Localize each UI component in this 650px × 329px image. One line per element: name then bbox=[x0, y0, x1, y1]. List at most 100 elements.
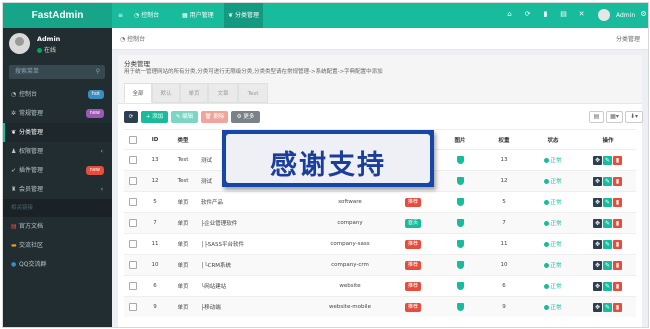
column-header-image: 图片 bbox=[438, 129, 482, 150]
table-row[interactable]: 6 单页 └网站建站 website 推荐 6 正常 ✥ ✎ ▮ bbox=[124, 275, 636, 297]
edit-row-icon[interactable]: ✎ bbox=[603, 281, 612, 291]
image-placeholder-icon[interactable] bbox=[456, 198, 464, 206]
drag-sort-icon[interactable]: ✥ bbox=[593, 302, 602, 312]
sidebar-item-member[interactable]: ♜ 会员管理 ‹ bbox=[3, 180, 112, 199]
sidebar-link-docs[interactable]: ▤ 官方文档 bbox=[3, 217, 112, 236]
more-button[interactable]: ⚙ 更多 bbox=[231, 111, 260, 123]
toggle-view-button[interactable]: ▤ bbox=[589, 111, 604, 123]
row-checkbox[interactable] bbox=[124, 233, 142, 255]
table-row[interactable]: 5 单页 软件产品 software 推荐 5 正常 ✥ ✎ ▮ bbox=[124, 191, 636, 213]
image-placeholder-icon[interactable] bbox=[456, 219, 464, 227]
status-label: 正常 bbox=[550, 221, 562, 227]
delete-row-icon[interactable]: ▮ bbox=[613, 239, 622, 249]
tab-test[interactable]: Test bbox=[238, 83, 268, 103]
sidebar-link-qq[interactable]: ● QQ交流群 bbox=[3, 255, 112, 274]
app-logo[interactable]: FastAdmin bbox=[3, 3, 112, 28]
fullscreen-icon[interactable]: ✕ bbox=[578, 11, 585, 18]
image-placeholder-icon[interactable] bbox=[456, 177, 464, 185]
edit-row-icon[interactable]: ✎ bbox=[603, 302, 612, 312]
cell-type: 单页 bbox=[168, 296, 198, 317]
edit-row-icon[interactable]: ✎ bbox=[603, 218, 612, 228]
settings-icon[interactable]: ⚙ bbox=[640, 11, 647, 18]
sidebar-link-forum[interactable]: ▬ 交流社区 bbox=[3, 236, 112, 255]
user-avatar[interactable] bbox=[598, 9, 610, 21]
cell-image bbox=[438, 275, 482, 297]
edit-row-icon[interactable]: ✎ bbox=[603, 176, 612, 186]
row-checkbox[interactable] bbox=[124, 212, 142, 234]
sidebar-item-general[interactable]: ✲ 常规管理 new bbox=[3, 104, 112, 123]
select-all-checkbox[interactable] bbox=[124, 129, 142, 150]
tab-default[interactable]: 默认 bbox=[152, 83, 180, 103]
drag-sort-icon[interactable]: ✥ bbox=[593, 197, 602, 207]
row-checkbox[interactable] bbox=[124, 296, 142, 317]
delete-row-icon[interactable]: ▮ bbox=[613, 302, 622, 312]
cell-operate: ✥ ✎ ▮ bbox=[580, 212, 636, 234]
topnav-category[interactable]: ❦ 分类管理 bbox=[224, 3, 263, 28]
row-checkbox[interactable] bbox=[124, 254, 142, 276]
column-header-id[interactable]: ID bbox=[142, 129, 168, 150]
drag-sort-icon[interactable]: ✥ bbox=[593, 239, 602, 249]
drag-sort-icon[interactable]: ✥ bbox=[593, 176, 602, 186]
cell-name: 软件产品 bbox=[198, 191, 312, 213]
table-row[interactable]: 7 单页 ├企业管理软件 company 首页 7 正常 ✥ ✎ ▮ bbox=[124, 212, 636, 234]
table-row[interactable]: 10 单页 │└CRM系统 company-crm 推荐 10 正常 ✥ ✎ ▮ bbox=[124, 254, 636, 276]
delete-row-icon[interactable]: ▮ bbox=[613, 260, 622, 270]
cell-flag: 推荐 bbox=[388, 254, 438, 276]
image-placeholder-icon[interactable] bbox=[456, 282, 464, 290]
column-header-type[interactable]: 类型 bbox=[168, 129, 198, 150]
image-placeholder-icon[interactable] bbox=[456, 261, 464, 269]
row-checkbox[interactable] bbox=[124, 149, 142, 171]
cell-flag: 推荐 bbox=[388, 191, 438, 213]
edit-row-icon[interactable]: ✎ bbox=[603, 197, 612, 207]
delete-row-icon[interactable]: ▮ bbox=[613, 218, 622, 228]
image-placeholder-icon[interactable] bbox=[456, 240, 464, 248]
sidebar-item-addon[interactable]: ➶ 插件管理 new bbox=[3, 161, 112, 180]
delete-row-icon[interactable]: ▮ bbox=[613, 281, 622, 291]
drag-sort-icon[interactable]: ✥ bbox=[593, 281, 602, 291]
table-row[interactable]: 9 单页 ├移动端 website-mobile 推荐 9 正常 ✥ ✎ ▮ bbox=[124, 296, 636, 317]
drag-sort-icon[interactable]: ✥ bbox=[593, 155, 602, 165]
columns-button[interactable]: ▦▾ bbox=[606, 111, 623, 123]
drag-sort-icon[interactable]: ✥ bbox=[593, 260, 602, 270]
delete-row-icon[interactable]: ▮ bbox=[613, 176, 622, 186]
cell-weigh: 13 bbox=[482, 149, 526, 171]
image-placeholder-icon[interactable] bbox=[456, 156, 464, 164]
home-icon[interactable]: ⌂ bbox=[506, 11, 513, 18]
topnav-dashboard[interactable]: ◔ 控制台 bbox=[130, 3, 163, 28]
drag-sort-icon[interactable]: ✥ bbox=[593, 218, 602, 228]
delete-button[interactable]: 🗑 删除 bbox=[201, 111, 228, 123]
table-row[interactable]: 11 单页 │├SASS平台软件 company-sass 推荐 11 正常 ✥ ✎ ▮ bbox=[124, 233, 636, 255]
edit-row-icon[interactable]: ✎ bbox=[603, 155, 612, 165]
row-checkbox[interactable] bbox=[124, 191, 142, 213]
refresh-icon[interactable]: ⟳ bbox=[524, 11, 531, 18]
column-header-weigh[interactable]: 权重 bbox=[482, 129, 526, 150]
export-button[interactable]: ⬇▾ bbox=[625, 111, 643, 123]
breadcrumb-home[interactable]: ◔ 控制台 bbox=[120, 34, 145, 43]
menu-toggle-icon[interactable]: ≡ bbox=[114, 3, 127, 28]
status-label: 正常 bbox=[550, 305, 562, 311]
tab-article[interactable]: 文章 bbox=[208, 83, 238, 103]
row-checkbox[interactable] bbox=[124, 275, 142, 297]
search-icon[interactable]: ⚲ bbox=[96, 65, 100, 79]
topnav-users[interactable]: ▦ 用户管理 bbox=[178, 3, 218, 28]
tab-page[interactable]: 单页 bbox=[180, 83, 208, 103]
trash-icon[interactable]: ▮ bbox=[542, 11, 549, 18]
edit-button[interactable]: ✎ 编辑 bbox=[171, 111, 198, 123]
tab-all[interactable]: 全部 bbox=[124, 83, 152, 103]
edit-row-icon[interactable]: ✎ bbox=[603, 239, 612, 249]
add-button[interactable]: + 添加 bbox=[141, 111, 168, 123]
sidebar-search-input[interactable]: 搜索菜单 ⚲ bbox=[9, 65, 105, 79]
status-label: 正常 bbox=[550, 200, 562, 206]
row-checkbox[interactable] bbox=[124, 170, 142, 192]
delete-row-icon[interactable]: ▮ bbox=[613, 197, 622, 207]
sidebar-item-auth[interactable]: ♟ 权限管理 ‹ bbox=[3, 142, 112, 161]
image-placeholder-icon[interactable] bbox=[456, 303, 464, 311]
sidebar-item-category[interactable]: ❦ 分类管理 bbox=[3, 123, 112, 142]
sidebar-username: Admin bbox=[37, 35, 61, 43]
sidebar-item-dashboard[interactable]: ◔ 控制台 hot bbox=[3, 85, 112, 104]
edit-row-icon[interactable]: ✎ bbox=[603, 260, 612, 270]
refresh-button[interactable]: ⟳ bbox=[124, 111, 138, 123]
topnav-username[interactable]: Admin bbox=[612, 3, 639, 28]
delete-row-icon[interactable]: ▮ bbox=[613, 155, 622, 165]
language-icon[interactable]: ▤ bbox=[560, 11, 567, 18]
